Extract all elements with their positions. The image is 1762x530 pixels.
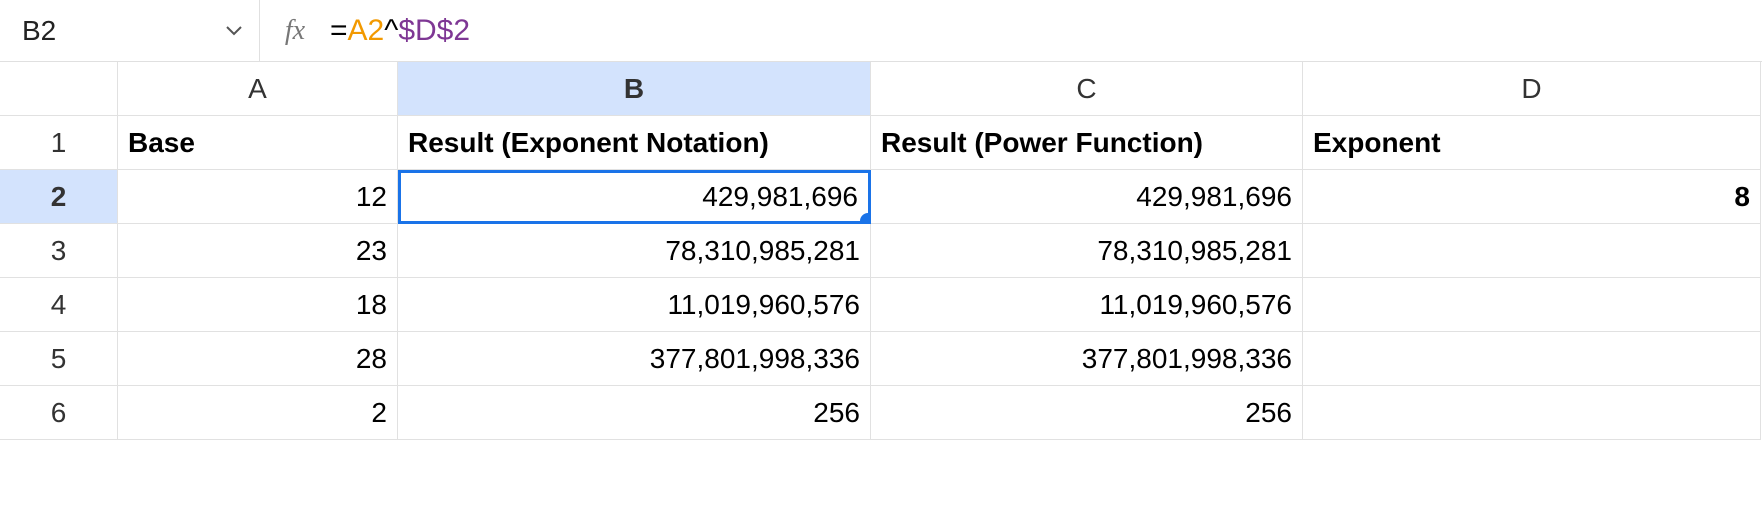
row-header-3[interactable]: 3: [0, 224, 118, 278]
cell-c5[interactable]: 377,801,998,336: [871, 332, 1303, 386]
cell-b5[interactable]: 377,801,998,336: [398, 332, 871, 386]
row-header-2[interactable]: 2: [0, 170, 118, 224]
cell-d5[interactable]: [1303, 332, 1761, 386]
select-all-corner[interactable]: [0, 62, 118, 116]
row-header-4[interactable]: 4: [0, 278, 118, 332]
row-header-5[interactable]: 5: [0, 332, 118, 386]
cell-a4[interactable]: 18: [118, 278, 398, 332]
cell-c3[interactable]: 78,310,985,281: [871, 224, 1303, 278]
name-box-dropdown-icon[interactable]: [219, 16, 249, 46]
cell-a3[interactable]: 23: [118, 224, 398, 278]
col-header-d[interactable]: D: [1303, 62, 1761, 116]
cell-c4[interactable]: 11,019,960,576: [871, 278, 1303, 332]
formula-operator: ^: [384, 14, 398, 48]
col-header-b[interactable]: B: [398, 62, 871, 116]
col-header-a[interactable]: A: [118, 62, 398, 116]
cell-b1[interactable]: Result (Exponent Notation): [398, 116, 871, 170]
cell-c6[interactable]: 256: [871, 386, 1303, 440]
col-header-c[interactable]: C: [871, 62, 1303, 116]
cell-a1[interactable]: Base: [118, 116, 398, 170]
cell-a6[interactable]: 2: [118, 386, 398, 440]
cell-a2[interactable]: 12: [118, 170, 398, 224]
cell-b4[interactable]: 11,019,960,576: [398, 278, 871, 332]
formula-eq: =: [330, 14, 348, 48]
row-header-6[interactable]: 6: [0, 386, 118, 440]
cell-b2[interactable]: 429,981,696: [398, 170, 871, 224]
cell-d3[interactable]: [1303, 224, 1761, 278]
cell-d4[interactable]: [1303, 278, 1761, 332]
cell-b3[interactable]: 78,310,985,281: [398, 224, 871, 278]
formula-ref-a2: A2: [348, 14, 385, 48]
row-header-1[interactable]: 1: [0, 116, 118, 170]
selection-fill-handle[interactable]: [860, 213, 871, 224]
spreadsheet-grid: A B C D 1 Base Result (Exponent Notation…: [0, 62, 1762, 440]
formula-ref-d2: $D$2: [398, 14, 470, 48]
cell-b6[interactable]: 256: [398, 386, 871, 440]
cell-c1[interactable]: Result (Power Function): [871, 116, 1303, 170]
cell-d2[interactable]: 8: [1303, 170, 1761, 224]
cell-c2[interactable]: 429,981,696: [871, 170, 1303, 224]
formula-input[interactable]: =A2^$D$2: [330, 0, 1762, 61]
fx-icon: fx: [260, 0, 330, 61]
cell-a5[interactable]: 28: [118, 332, 398, 386]
cell-d1[interactable]: Exponent: [1303, 116, 1761, 170]
formula-bar: B2 fx =A2^$D$2: [0, 0, 1762, 62]
cell-d6[interactable]: [1303, 386, 1761, 440]
name-box-value: B2: [22, 15, 219, 47]
name-box[interactable]: B2: [22, 0, 260, 61]
